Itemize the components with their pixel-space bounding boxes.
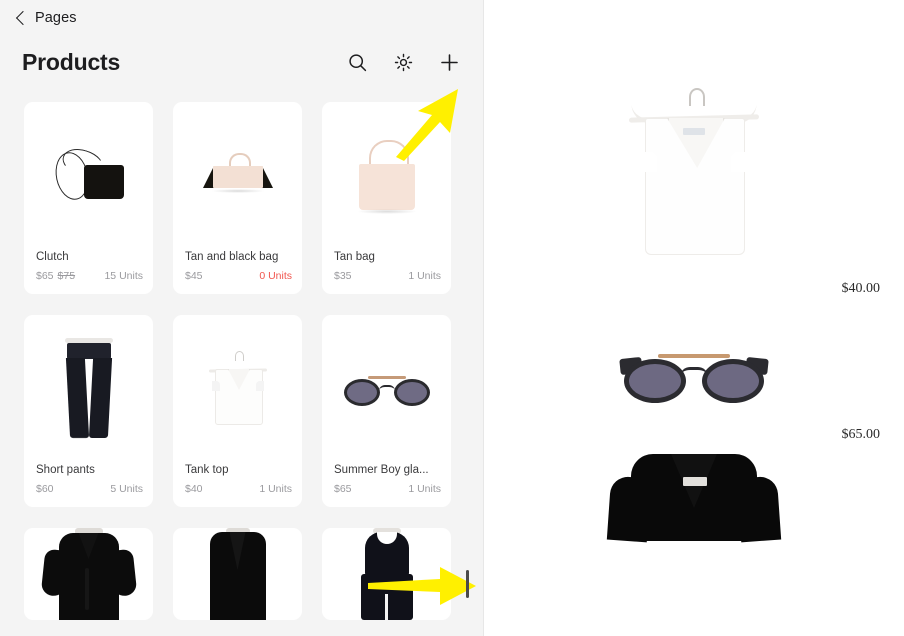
back-link-label: Pages — [35, 10, 77, 26]
products-list-panel: Pages Products Clutch $65 $75 15 Units T… — [0, 0, 483, 636]
gear-icon[interactable] — [391, 50, 415, 74]
product-price-group: $65 — [334, 483, 352, 495]
product-meta: Tan bag $35 1 Units — [322, 251, 451, 294]
preview-item[interactable] — [484, 443, 904, 543]
product-thumbnail — [322, 528, 451, 620]
product-name: Tan and black bag — [185, 251, 279, 263]
product-name: Tank top — [185, 464, 229, 476]
product-units: 1 Units — [408, 483, 441, 495]
product-units: 0 Units — [259, 270, 292, 282]
preview-item[interactable]: $65.00 — [484, 297, 904, 443]
product-card[interactable]: Summer Boy gla... $65 1 Units — [322, 315, 451, 507]
product-thumbnail — [24, 315, 153, 464]
page-title: Products — [22, 48, 121, 75]
product-card[interactable] — [24, 528, 153, 620]
product-units: 1 Units — [259, 483, 292, 495]
tan-bag-icon — [356, 139, 417, 214]
product-card[interactable] — [173, 528, 302, 620]
tank-top-icon — [204, 350, 272, 429]
product-meta: Tan and black bag $45 0 Units — [173, 251, 302, 294]
chevron-left-icon — [15, 10, 31, 25]
product-price: $65 — [334, 483, 352, 495]
product-card[interactable] — [322, 528, 451, 620]
product-price: $45 — [185, 270, 203, 282]
product-thumbnail — [322, 102, 451, 251]
tank-top-icon — [623, 88, 765, 263]
short-pants-icon — [61, 337, 117, 442]
product-card[interactable]: Tank top $40 1 Units — [173, 315, 302, 507]
preview-image — [484, 88, 904, 263]
sunglasses-icon — [619, 349, 769, 403]
product-card[interactable]: Short pants $60 5 Units — [24, 315, 153, 507]
preview-price: $65.00 — [841, 427, 881, 442]
product-meta: Tank top $40 1 Units — [173, 464, 302, 507]
plus-icon[interactable] — [437, 50, 461, 74]
product-meta: Summer Boy gla... $65 1 Units — [322, 464, 451, 507]
product-preview-panel: $40.00 $65.00 — [483, 0, 904, 636]
product-old-price: $75 — [57, 270, 76, 282]
product-name: Summer Boy gla... — [334, 464, 429, 476]
product-thumbnail — [322, 315, 451, 464]
product-units: 5 Units — [110, 483, 143, 495]
black-coat-icon — [198, 528, 278, 620]
product-name: Short pants — [36, 464, 95, 476]
preview-price: $40.00 — [841, 281, 881, 296]
product-card[interactable]: Tan and black bag $45 0 Units — [173, 102, 302, 294]
search-icon[interactable] — [345, 50, 369, 74]
product-price-group: $40 — [185, 483, 203, 495]
product-card[interactable]: Clutch $65 $75 15 Units — [24, 102, 153, 294]
page-header: Products — [0, 36, 483, 88]
product-meta: Clutch $65 $75 15 Units — [24, 251, 153, 294]
product-thumbnail — [24, 102, 153, 251]
header-actions — [345, 50, 461, 74]
product-thumbnail — [173, 528, 302, 620]
product-price: $60 — [36, 483, 54, 495]
product-name: Tan bag — [334, 251, 375, 263]
preview-item[interactable]: $40.00 — [484, 0, 904, 297]
product-price: $40 — [185, 483, 203, 495]
product-price: $35 — [334, 270, 352, 282]
product-grid-row-partial — [0, 507, 483, 620]
product-units: 1 Units — [408, 270, 441, 282]
product-name: Clutch — [36, 251, 69, 263]
sunglasses-icon — [343, 373, 430, 407]
preview-image — [484, 349, 904, 403]
product-price-group: $65 $75 — [36, 270, 75, 282]
product-units: 15 Units — [104, 270, 143, 282]
black-jumpsuit-icon — [349, 528, 425, 620]
black-robe-icon — [606, 451, 782, 543]
product-card[interactable]: Tan bag $35 1 Units — [322, 102, 451, 294]
back-to-pages-link[interactable]: Pages — [15, 10, 77, 26]
product-thumbnail — [173, 315, 302, 464]
nav-bar: Pages — [0, 0, 483, 36]
black-robe-icon — [40, 528, 137, 620]
product-price-group: $45 — [185, 270, 203, 282]
product-price: $65 — [36, 270, 54, 282]
product-thumbnail — [24, 528, 153, 620]
product-meta: Short pants $60 5 Units — [24, 464, 153, 507]
clutch-bag-icon — [50, 143, 128, 206]
product-price-group: $60 — [36, 483, 54, 495]
product-grid: Clutch $65 $75 15 Units Tan and black ba… — [0, 88, 483, 507]
product-price-group: $35 — [334, 270, 352, 282]
preview-image — [484, 451, 904, 543]
product-thumbnail — [173, 102, 302, 251]
tan-black-bag-icon — [202, 152, 273, 202]
product-manager-screen: Pages Products Clutch $65 $75 15 Units T… — [0, 0, 904, 636]
panel-resize-handle[interactable] — [466, 570, 469, 598]
